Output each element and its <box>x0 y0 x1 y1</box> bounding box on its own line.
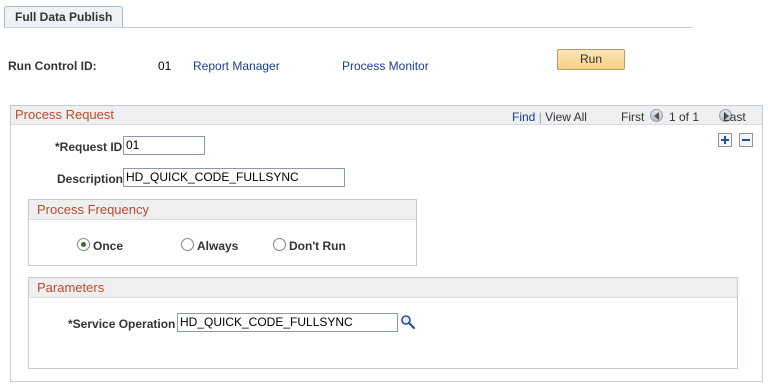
radio-once[interactable] <box>77 238 90 251</box>
magnifier-icon[interactable] <box>400 314 416 330</box>
nav-separator: | <box>538 110 542 124</box>
process-frequency-group: Process Frequency <box>28 199 417 266</box>
radio-always-label: Always <box>197 239 239 253</box>
description-label: Description <box>57 172 124 186</box>
service-operation-input[interactable]: HD_QUICK_CODE_FULLSYNC <box>177 313 398 332</box>
process-request-title: Process Request <box>15 107 114 122</box>
process-frequency-title: Process Frequency <box>37 202 149 217</box>
report-manager-link[interactable]: Report Manager <box>193 59 280 73</box>
run-button[interactable]: Run <box>557 49 625 70</box>
plus-icon[interactable] <box>718 133 732 147</box>
radio-once-label: Once <box>93 239 124 253</box>
minus-icon[interactable] <box>739 133 753 147</box>
view-all-link[interactable]: View All <box>545 110 587 124</box>
grid-nav: Find | View All <box>512 110 587 124</box>
radio-dont-run-label: Don't Run <box>289 239 346 253</box>
description-input[interactable]: HD_QUICK_CODE_FULLSYNC <box>123 168 345 187</box>
row-range: 1 of 1 <box>669 110 700 124</box>
parameters-title: Parameters <box>37 280 105 295</box>
service-operation-label: *Service Operation <box>68 317 176 331</box>
radio-always[interactable] <box>181 238 194 251</box>
find-link[interactable]: Find <box>512 110 535 124</box>
last-label: Last <box>723 110 746 124</box>
first-label: First <box>621 110 645 124</box>
process-frequency-header: Process Frequency <box>29 200 416 220</box>
run-control-value: 01 <box>158 59 172 73</box>
request-id-input[interactable]: 01 <box>123 136 205 155</box>
tab-divider <box>4 27 692 28</box>
parameters-header: Parameters <box>29 278 737 298</box>
process-monitor-link[interactable]: Process Monitor <box>342 59 429 73</box>
run-control-label: Run Control ID: <box>8 59 97 73</box>
request-id-label: *Request ID <box>55 140 123 154</box>
radio-dont-run[interactable] <box>273 238 286 251</box>
tab-full-data-publish[interactable]: Full Data Publish <box>4 6 124 27</box>
